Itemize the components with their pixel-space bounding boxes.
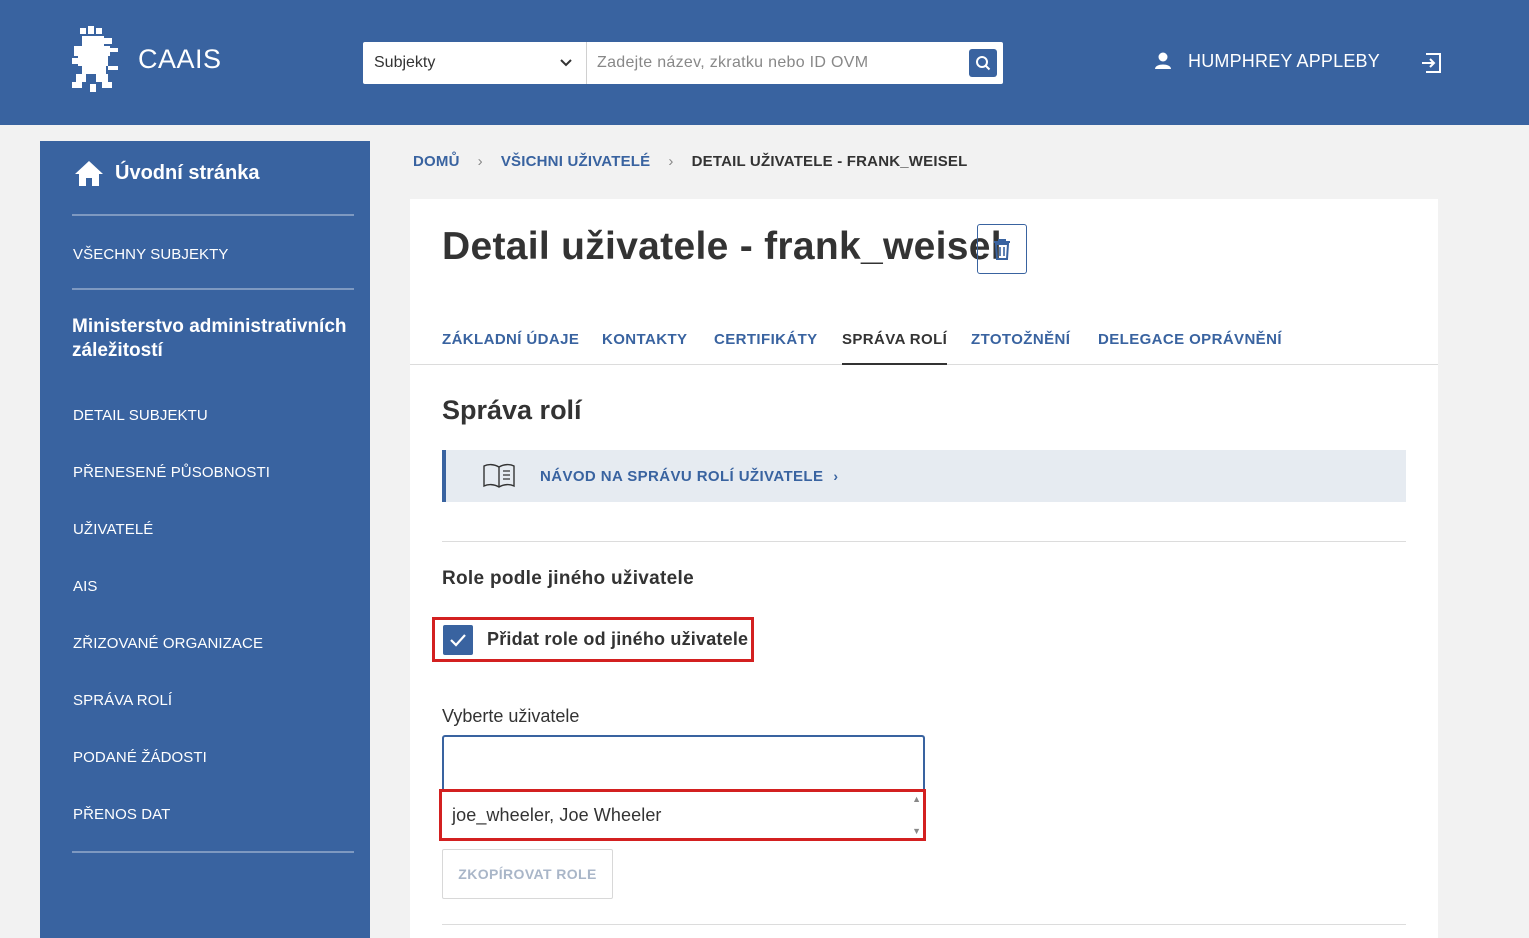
tab-certificates[interactable]: CERTIFIKÁTY [714,331,818,365]
tab-delegation[interactable]: DELEGACE OPRÁVNĚNÍ [1098,331,1282,365]
trash-icon [994,239,1010,260]
sidebar-home-link[interactable]: Úvodní stránka [73,159,259,187]
sidebar-item-users[interactable]: UŽIVATELÉ [73,521,153,538]
page-title: Detail uživatele - frank_weisel [442,225,1002,268]
sidebar-item-ais[interactable]: AIS [73,578,97,595]
delete-user-button[interactable] [977,224,1027,274]
select-user-input[interactable] [442,735,925,791]
sidebar-item-submitted-requests[interactable]: PODANÉ ŽÁDOSTI [73,749,207,766]
breadcrumb-home[interactable]: DOMŮ [413,153,460,170]
tab-role-management[interactable]: SPRÁVA ROLÍ [842,331,948,365]
sidebar-item-role-management[interactable]: SPRÁVA ROLÍ [73,692,172,709]
chevron-right-icon: › [833,468,839,484]
user-detail-card: Detail uživatele - frank_weisel ZÁKLADNÍ… [410,199,1438,938]
role-guide-link[interactable]: NÁVOD NA SPRÁVU ROLÍ UŽIVATELE › [442,450,1406,502]
search-input[interactable]: Zadejte název, zkratku nebo ID OVM [587,42,969,84]
search-category-select[interactable]: Subjekty [363,42,587,84]
sidebar-item-all-subjects[interactable]: VŠECHNY SUBJEKTY [73,246,229,263]
user-option[interactable]: joe_wheeler, Joe Wheeler [452,805,662,826]
user-menu[interactable]: HUMPHREY APPLEBY [1152,50,1380,72]
tab-contacts[interactable]: KONTAKTY [602,331,687,365]
chevron-down-icon [560,59,572,67]
divider [442,541,1406,542]
user-options-list[interactable]: joe_wheeler, Joe Wheeler ▲ ▼ [439,789,926,841]
search-button[interactable] [969,49,997,77]
search-bar: Subjekty Zadejte název, zkratku nebo ID … [363,42,1003,84]
sidebar-divider [72,288,354,290]
sidebar: Úvodní stránka VŠECHNY SUBJEKTY Minister… [40,141,370,938]
sidebar-divider [72,851,354,853]
user-icon [1155,52,1171,69]
select-user-label: Vyberte uživatele [442,706,580,726]
scroll-up-icon[interactable]: ▲ [912,794,921,804]
top-bar: CAAIS Subjekty Zadejte název, zkratku ne… [0,0,1529,125]
role-guide-label: NÁVOD NA SPRÁVU ROLÍ UŽIVATELE [540,467,824,485]
tab-identification[interactable]: ZTOTOŽNĚNÍ [971,331,1070,365]
checkbox-label: Přidat role od jiného uživatele [487,629,749,649]
sidebar-item-subject-detail[interactable]: DETAIL SUBJEKTU [73,407,208,424]
sidebar-item-established-organizations[interactable]: ZŘIZOVANÉ ORGANIZACE [73,635,263,652]
sidebar-item-delegated-competences[interactable]: PŘENESENÉ PŮSOBNOSTI [73,464,270,481]
breadcrumb: DOMŮ › VŠICHNI UŽIVATELÉ › DETAIL UŽIVAT… [413,153,968,170]
lion-logo-icon [72,26,118,92]
search-icon [976,56,991,71]
copy-roles-button[interactable]: ZKOPÍROVAT ROLE [442,849,613,899]
logout-button[interactable] [1420,51,1444,80]
book-icon [483,463,515,488]
search-category-value: Subjekty [374,54,436,71]
sidebar-home-label: Úvodní stránka [115,161,260,184]
subsection-title: Role podle jiného uživatele [442,568,694,589]
scroll-down-icon[interactable]: ▼ [912,826,921,836]
breadcrumb-all-users[interactable]: VŠICHNI UŽIVATELÉ [501,153,651,170]
section-title: Správa rolí [442,395,582,425]
tab-bar: ZÁKLADNÍ ÚDAJE KONTAKTY CERTIFIKÁTY SPRÁ… [410,331,1438,365]
home-icon [75,161,103,186]
divider [442,924,1406,925]
checkbox-checked[interactable] [443,624,473,655]
checkmark-icon [450,633,466,647]
app-logo[interactable]: CAAIS [70,26,222,92]
breadcrumb-separator-icon: › [668,153,674,170]
search-placeholder: Zadejte název, zkratku nebo ID OVM [597,54,869,71]
sidebar-divider [72,214,354,216]
breadcrumb-current: DETAIL UŽIVATELE - FRANK_WEISEL [691,153,968,170]
logout-icon [1422,53,1441,73]
app-name: CAAIS [138,43,222,74]
sidebar-item-data-transfer[interactable]: PŘENOS DAT [73,806,170,823]
breadcrumb-separator-icon: › [477,153,483,170]
tab-basic-info[interactable]: ZÁKLADNÍ ÚDAJE [442,331,579,365]
user-name: HUMPHREY APPLEBY [1188,50,1380,71]
sidebar-organization-name: Ministerstvo administrativních záležitos… [72,316,347,361]
add-roles-from-user-checkbox[interactable]: Přidat role od jiného uživatele [432,617,754,662]
